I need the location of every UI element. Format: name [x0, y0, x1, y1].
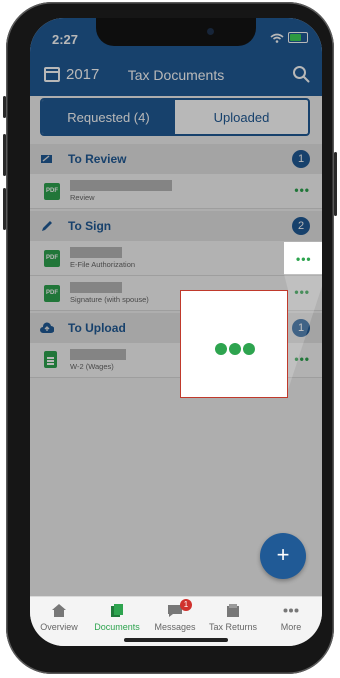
nav-more[interactable]: More [262, 603, 320, 632]
nav-label: More [280, 622, 302, 632]
home-indicator [124, 638, 228, 642]
nav-messages[interactable]: 1 Messages [146, 599, 204, 632]
app-screen: 2:27 2017 Tax Documents Requested (4) Up… [30, 18, 322, 646]
phone-frame: 2:27 2017 Tax Documents Requested (4) Up… [3, 2, 337, 674]
tax-returns-icon [227, 604, 239, 617]
nav-overview[interactable]: Overview [30, 603, 88, 632]
add-document-button[interactable]: + [260, 533, 306, 579]
unread-badge: 1 [180, 599, 192, 611]
mute-switch [3, 96, 6, 118]
volume-up-button [3, 134, 6, 176]
nav-label: Messages [154, 622, 196, 632]
more-options-icon-enlarged [215, 343, 227, 355]
power-button [334, 152, 337, 216]
nav-label: Tax Returns [208, 622, 258, 632]
nav-label: Overview [40, 622, 78, 632]
volume-down-button [3, 188, 6, 230]
more-options-icon: ••• [296, 252, 312, 266]
nav-label: Documents [94, 622, 140, 632]
highlighted-more-button[interactable]: ••• [284, 242, 322, 274]
zoom-callout [180, 290, 288, 398]
more-icon [283, 608, 299, 613]
nav-documents[interactable]: Documents [88, 603, 146, 632]
home-icon [52, 604, 66, 617]
documents-icon [111, 604, 123, 617]
nav-tax-returns[interactable]: Tax Returns [204, 603, 262, 632]
